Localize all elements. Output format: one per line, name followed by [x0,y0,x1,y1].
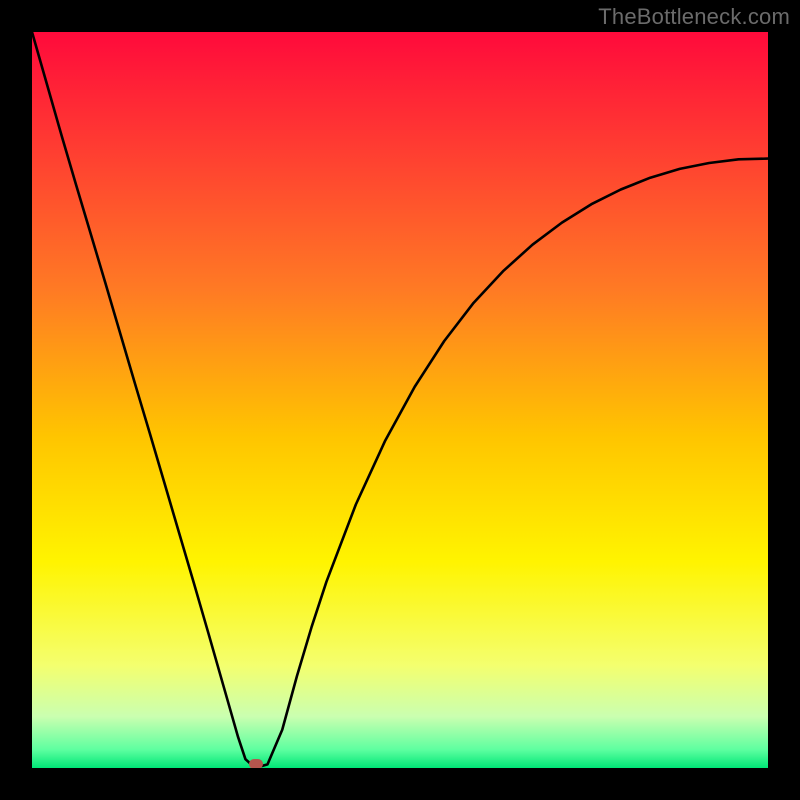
optimum-marker [249,759,263,768]
bottleneck-curve [32,32,768,768]
chart-frame: TheBottleneck.com [0,0,800,800]
plot-area [32,32,768,768]
attribution-label: TheBottleneck.com [598,4,790,30]
